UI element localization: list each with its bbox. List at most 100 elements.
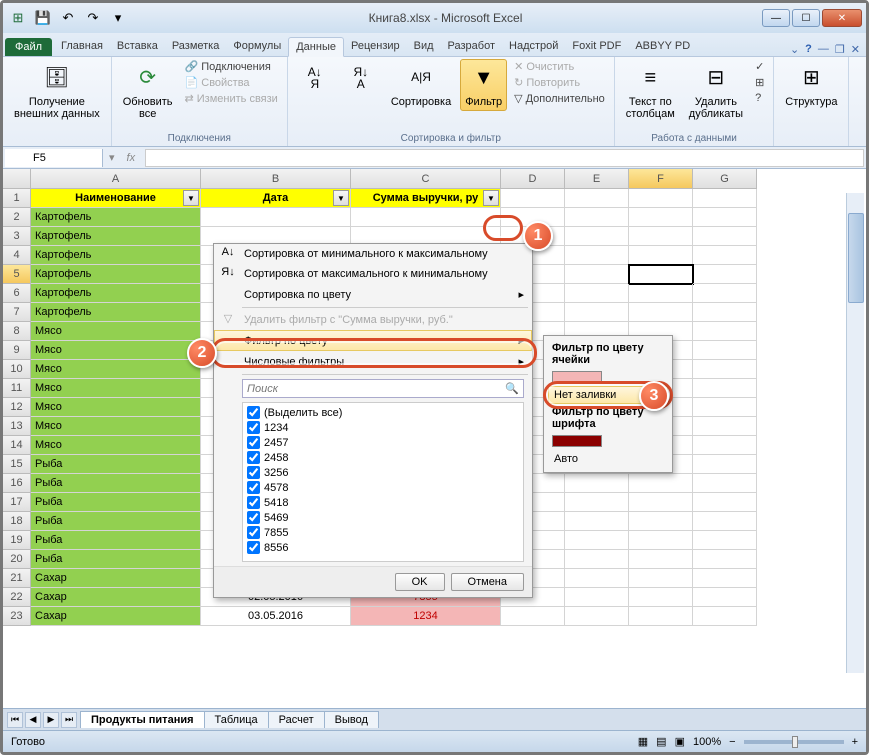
- filter-button[interactable]: ▼ Фильтр: [460, 59, 507, 111]
- row-header[interactable]: 7: [3, 303, 31, 322]
- data-validation-item[interactable]: ✓: [752, 59, 767, 74]
- filter-dropdown-icon[interactable]: ▼: [183, 190, 199, 206]
- ribbon-tab[interactable]: Разметка: [165, 37, 227, 56]
- cell[interactable]: [565, 550, 629, 569]
- cell[interactable]: [629, 531, 693, 550]
- filter-value-list[interactable]: (Выделить все) 1234245724583256457854185…: [242, 402, 524, 562]
- data-cell[interactable]: 1234: [351, 607, 501, 626]
- cell[interactable]: [629, 607, 693, 626]
- cell[interactable]: [693, 322, 757, 341]
- data-cell[interactable]: Мясо: [31, 417, 201, 436]
- sort-button[interactable]: А|Я Сортировка: [386, 59, 456, 111]
- name-box-dropdown-icon[interactable]: ▾: [105, 151, 119, 164]
- data-cell[interactable]: Рыба: [31, 455, 201, 474]
- sort-by-color-item[interactable]: Сортировка по цвету ▸: [214, 284, 532, 305]
- cell[interactable]: [629, 208, 693, 227]
- cell[interactable]: [693, 265, 757, 284]
- cell[interactable]: [693, 341, 757, 360]
- cell[interactable]: [565, 569, 629, 588]
- ok-button[interactable]: OK: [395, 573, 445, 591]
- cell[interactable]: [565, 474, 629, 493]
- row-header[interactable]: 9: [3, 341, 31, 360]
- cell[interactable]: [565, 588, 629, 607]
- cell[interactable]: [629, 588, 693, 607]
- filter-value-item[interactable]: 3256: [245, 465, 521, 480]
- doc-win-close-icon[interactable]: ✕: [851, 43, 860, 56]
- cell[interactable]: [565, 284, 629, 303]
- row-header[interactable]: 1: [3, 189, 31, 208]
- data-cell[interactable]: Рыба: [31, 531, 201, 550]
- data-cell[interactable]: Рыба: [31, 474, 201, 493]
- sheet-tab[interactable]: Таблица: [204, 711, 269, 728]
- filter-value-item[interactable]: 8556: [245, 540, 521, 555]
- cell[interactable]: [565, 607, 629, 626]
- cell[interactable]: [565, 208, 629, 227]
- ribbon-tab[interactable]: Данные: [288, 37, 344, 57]
- cell[interactable]: [565, 189, 629, 208]
- cell[interactable]: [565, 303, 629, 322]
- cell[interactable]: [693, 512, 757, 531]
- excel-icon[interactable]: ⊞: [7, 7, 29, 29]
- sheet-tab[interactable]: Расчет: [268, 711, 325, 728]
- auto-color-item[interactable]: Авто: [548, 450, 668, 468]
- consolidate-item[interactable]: ⊞: [752, 75, 767, 90]
- view-normal-icon[interactable]: ▦: [638, 735, 648, 748]
- cell[interactable]: [693, 455, 757, 474]
- column-header[interactable]: A: [31, 169, 201, 189]
- filter-value-item[interactable]: 7855: [245, 525, 521, 540]
- ribbon-tab[interactable]: Надстрой: [502, 37, 565, 56]
- cell[interactable]: [693, 398, 757, 417]
- filter-search-input[interactable]: [247, 382, 505, 395]
- column-header[interactable]: F: [629, 169, 693, 189]
- maximize-button[interactable]: ☐: [792, 9, 820, 27]
- cell[interactable]: [693, 588, 757, 607]
- undo-icon[interactable]: ↶: [57, 7, 79, 29]
- nav-prev-icon[interactable]: ◀: [25, 712, 41, 728]
- row-header[interactable]: 11: [3, 379, 31, 398]
- zoom-level[interactable]: 100%: [693, 736, 721, 748]
- column-header[interactable]: B: [201, 169, 351, 189]
- cell[interactable]: [629, 189, 693, 208]
- ribbon-tab[interactable]: Разработ: [441, 37, 502, 56]
- close-button[interactable]: ✕: [822, 9, 862, 27]
- row-header[interactable]: 5: [3, 265, 31, 284]
- ribbon-tab[interactable]: ABBYY PD: [628, 37, 697, 56]
- row-header[interactable]: 20: [3, 550, 31, 569]
- nav-next-icon[interactable]: ▶: [43, 712, 59, 728]
- filter-search-box[interactable]: 🔍: [242, 379, 524, 398]
- cell[interactable]: [629, 493, 693, 512]
- data-cell[interactable]: Картофель: [31, 265, 201, 284]
- row-header[interactable]: 10: [3, 360, 31, 379]
- ribbon-tab[interactable]: Вставка: [110, 37, 165, 56]
- cell[interactable]: [629, 265, 693, 284]
- cell[interactable]: [693, 360, 757, 379]
- get-external-data-button[interactable]: 🗄 Получение внешних данных: [9, 59, 105, 123]
- sheet-tab-active[interactable]: Продукты питания: [80, 711, 205, 728]
- data-cell[interactable]: Картофель: [31, 227, 201, 246]
- fx-label[interactable]: fx: [119, 152, 144, 164]
- sort-az-button[interactable]: А↓Я: [294, 59, 336, 99]
- row-header[interactable]: 8: [3, 322, 31, 341]
- filter-value-item[interactable]: 2457: [245, 435, 521, 450]
- table-header-cell[interactable]: Наименование▼: [31, 189, 201, 208]
- cell[interactable]: [565, 265, 629, 284]
- data-cell[interactable]: Картофель: [31, 303, 201, 322]
- sheet-tab[interactable]: Вывод: [324, 711, 379, 728]
- cell[interactable]: [565, 493, 629, 512]
- cell[interactable]: [693, 379, 757, 398]
- data-cell[interactable]: Картофель: [31, 246, 201, 265]
- cell[interactable]: [693, 246, 757, 265]
- cell[interactable]: [501, 607, 565, 626]
- zoom-in-icon[interactable]: +: [852, 736, 858, 748]
- cell[interactable]: [693, 607, 757, 626]
- sort-za-button[interactable]: Я↓А: [340, 59, 382, 99]
- cell[interactable]: [693, 493, 757, 512]
- filter-value-item[interactable]: 5418: [245, 495, 521, 510]
- sort-ascending-item[interactable]: А↓ Сортировка от минимального к максимал…: [214, 244, 532, 264]
- cell[interactable]: [693, 208, 757, 227]
- help-icon[interactable]: ?: [805, 43, 812, 56]
- refresh-all-button[interactable]: ⟳ Обновить все: [118, 59, 178, 123]
- cell[interactable]: [565, 531, 629, 550]
- data-cell[interactable]: Рыба: [31, 493, 201, 512]
- data-cell[interactable]: Мясо: [31, 341, 201, 360]
